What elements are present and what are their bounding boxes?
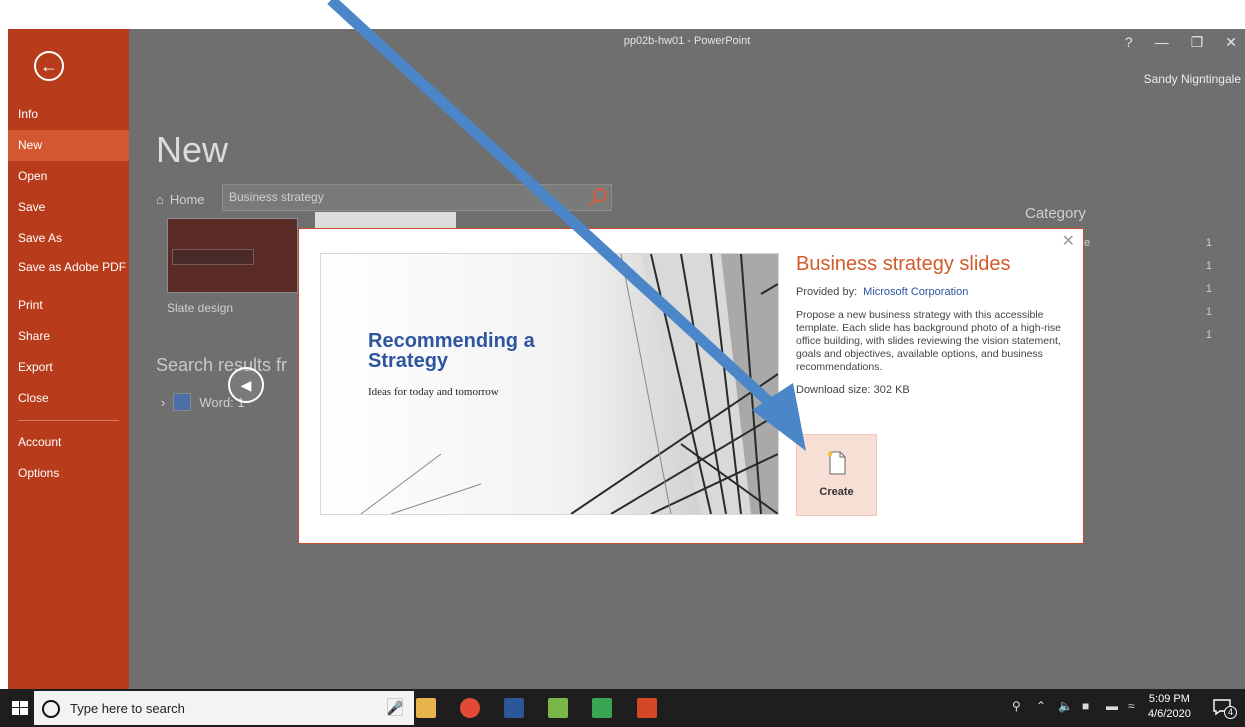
chrome-icon[interactable] [460, 698, 480, 718]
sidebar-item-save-as[interactable]: Save As [8, 223, 129, 254]
previous-template-button[interactable]: ◀ [228, 367, 264, 403]
window-title: pp02b-hw01 - PowerPoint [623, 35, 751, 47]
minimize-button[interactable]: — [1155, 34, 1169, 51]
word-app-icon[interactable] [504, 698, 524, 718]
thumbnail-placeholder [172, 249, 254, 265]
sidebar-item-open[interactable]: Open [8, 161, 129, 192]
back-button[interactable]: ← [34, 51, 64, 81]
notification-center-icon[interactable]: 4 [1212, 697, 1237, 719]
sidebar-item-options[interactable]: Options [8, 458, 129, 489]
chevron-up-icon[interactable]: ⌃ [1036, 699, 1046, 713]
arrow-left-icon: ← [40, 56, 58, 76]
wifi-icon[interactable]: ≈ [1128, 699, 1135, 713]
close-window-button[interactable]: ✕ [1225, 34, 1237, 51]
category-count: 1 [1205, 306, 1212, 318]
triangle-left-icon: ◀ [240, 376, 252, 393]
top-margin [0, 0, 1245, 29]
template-search-input[interactable]: Business strategy [222, 184, 612, 211]
preview-slide-title: Recommending a Strategy [368, 330, 535, 372]
windows-taskbar: Type here to search 🎤 ⚲ ⌃ 🔈 ■ ▬ ≈ 5:09 P… [0, 689, 1245, 727]
task-view-icon[interactable] [387, 698, 403, 716]
template-label-slate: Slate design [167, 301, 234, 315]
clock-date: 4/6/2020 [1148, 708, 1191, 720]
publisher-name: Microsoft Corporation [863, 286, 969, 298]
category-row[interactable]: ans1 [1062, 283, 1212, 295]
backstage-sidebar: ← Info New Open Save Save As Save as Ado… [8, 29, 129, 689]
sidebar-item-share[interactable]: Share [8, 321, 129, 352]
taskbar-clock[interactable]: 5:09 PM 4/6/2020 [1148, 692, 1191, 722]
home-label: Home [169, 192, 205, 207]
category-count: 1 [1205, 283, 1212, 295]
sidebar-divider [18, 420, 119, 421]
close-icon[interactable]: ✕ [1062, 231, 1075, 251]
home-icon: ⌂ [156, 192, 164, 207]
restore-button[interactable]: ❐ [1191, 34, 1204, 51]
category-count: 1 [1205, 237, 1212, 249]
notification-count: 4 [1224, 706, 1237, 719]
search-icon[interactable] [587, 187, 609, 209]
template-details: Business strategy slides Provided by: Mic… [796, 253, 1066, 396]
clock-time: 5:09 PM [1148, 693, 1190, 705]
category-row[interactable]: White1 [1062, 237, 1212, 249]
download-size-value: 302 KB [873, 384, 910, 396]
security-icon[interactable]: ■ [1082, 699, 1089, 713]
new-document-icon [827, 451, 845, 475]
battery-icon[interactable]: ▬ [1106, 699, 1118, 713]
preview-slide-subtitle: Ideas for today and tomorrow [368, 386, 499, 398]
home-link[interactable]: ⌂ Home [156, 192, 205, 207]
provided-by-label: Provided by: [796, 286, 858, 298]
sidebar-item-close[interactable]: Close [8, 383, 129, 414]
cortana-icon [42, 700, 60, 718]
sidebar-item-print[interactable]: Print [8, 290, 129, 321]
volume-icon[interactable]: 🔈 [1058, 699, 1073, 713]
download-size-row: Download size: 302 KB [796, 384, 1066, 396]
template-description: Propose a new business strategy with thi… [796, 309, 1061, 373]
template-preview-image: Recommending a Strategy Ideas for today … [320, 253, 779, 515]
word-icon [173, 393, 192, 411]
file-explorer-icon[interactable] [416, 698, 436, 718]
windows-start-icon[interactable] [12, 701, 28, 715]
search-results-heading: Search results fr [156, 355, 288, 375]
create-label: Create [819, 486, 854, 498]
powerpoint-app-icon[interactable] [637, 698, 657, 718]
sidebar-item-export[interactable]: Export [8, 352, 129, 383]
download-size-label: Download size: [796, 384, 871, 396]
sidebar-item-info[interactable]: Info [8, 99, 129, 130]
office-building-graphic [321, 254, 778, 514]
taskbar-search-placeholder: Type here to search [70, 701, 185, 716]
sidebar-item-save[interactable]: Save [8, 192, 129, 223]
category-count: 1 [1205, 329, 1212, 341]
create-button[interactable]: Create [796, 434, 877, 516]
green-app-icon[interactable] [592, 698, 612, 718]
help-button[interactable]: ? [1125, 34, 1133, 51]
category-row[interactable]: ns1 [1062, 329, 1212, 341]
sidebar-item-account[interactable]: Account [8, 427, 129, 458]
category-heading: Category [1025, 205, 1086, 222]
backstage-nav: Info New Open Save Save As Save as Adobe… [8, 99, 129, 489]
page-title: New [156, 129, 229, 170]
photos-app-icon[interactable] [548, 698, 568, 718]
taskbar-search-box[interactable]: Type here to search 🎤 [34, 691, 414, 725]
template-title: Business strategy slides [796, 253, 1011, 275]
template-preview-dialog: ✕ Recommending a Strategy Ideas for toda… [298, 228, 1084, 544]
account-name[interactable]: Sandy Nigntingale [1144, 72, 1241, 86]
sidebar-item-save-as-pdf[interactable]: Save as Adobe PDF [8, 254, 129, 290]
provided-by-row: Provided by: Microsoft Corporation [796, 286, 1066, 298]
template-thumbnail-slate[interactable] [167, 218, 298, 293]
window-controls: ? — ❐ ✕ [1125, 34, 1237, 51]
sidebar-item-new[interactable]: New [8, 130, 129, 161]
category-count: 1 [1205, 260, 1212, 272]
people-icon[interactable]: ⚲ [1012, 699, 1021, 713]
chevron-right-icon: › [161, 394, 166, 410]
